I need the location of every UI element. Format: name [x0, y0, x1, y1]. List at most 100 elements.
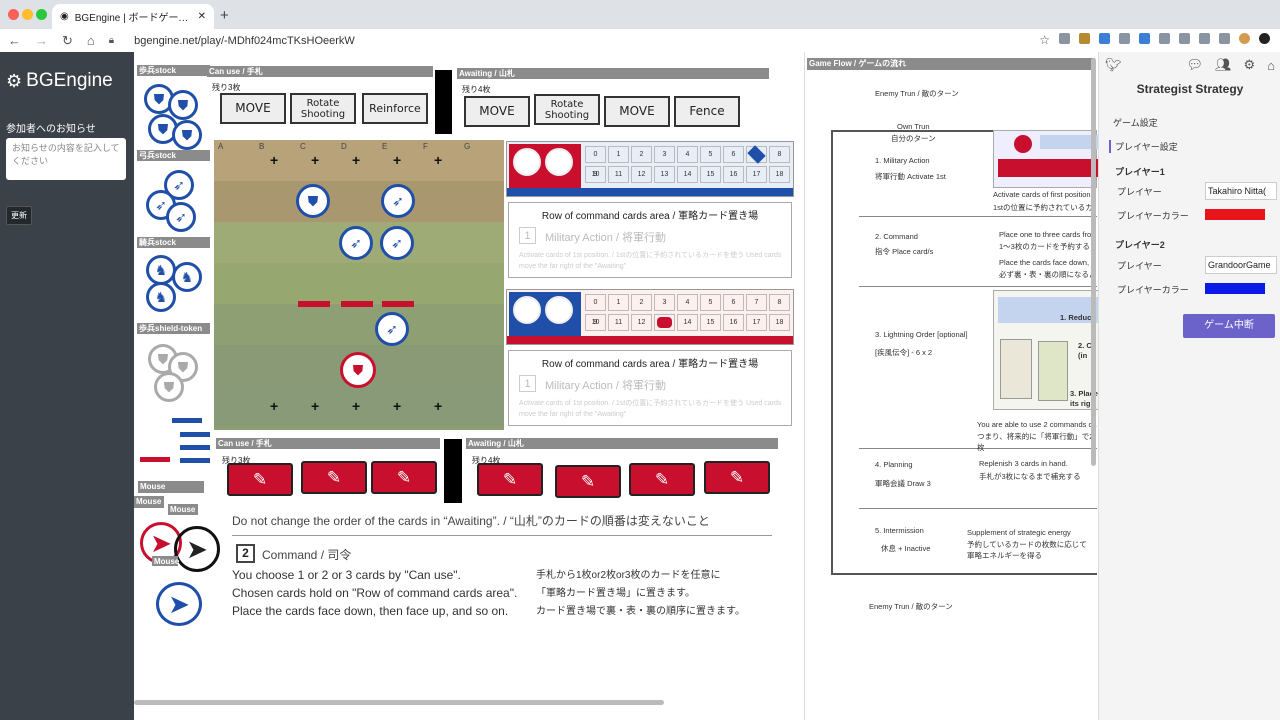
track-cell[interactable]: 3: [654, 294, 675, 311]
blue-archer-token[interactable]: ➶: [375, 312, 409, 346]
stop-game-button[interactable]: ゲーム中断: [1183, 314, 1275, 338]
track-cell[interactable]: 12: [631, 314, 652, 331]
red-marker[interactable]: [140, 457, 170, 462]
empty-slot-circle[interactable]: [545, 148, 573, 176]
menu-icon[interactable]: [1259, 33, 1270, 44]
fence-wall[interactable]: [298, 301, 330, 307]
bookmark-star-icon[interactable]: ☆: [1039, 33, 1050, 47]
window-minimize-button[interactable]: [22, 9, 33, 20]
command-cards-area-red[interactable]: Row of command cards area / 軍略カード置き場 1 M…: [508, 350, 792, 426]
player1-name-field[interactable]: Takahiro Nitta(: [1205, 182, 1277, 200]
player1-color-swatch[interactable]: [1205, 209, 1265, 220]
address-bar[interactable]: bgengine.net/play/-MDhf024mcTKsHOeerkW: [134, 35, 355, 47]
track-cell[interactable]: 5: [700, 146, 721, 163]
shield-token[interactable]: ⛊: [154, 372, 184, 402]
extension-icon[interactable]: [1159, 33, 1170, 44]
blue-archer-token[interactable]: ➶: [380, 226, 414, 260]
player-settings-tab[interactable]: プレイヤー設定: [1109, 140, 1178, 153]
blue-cursor-icon[interactable]: ➤: [156, 582, 202, 626]
track-cell[interactable]: 17: [746, 314, 767, 331]
avatar[interactable]: [1239, 33, 1250, 44]
vertical-scrollbar[interactable]: [1091, 58, 1096, 466]
track-cell[interactable]: 8: [769, 146, 790, 163]
move-card[interactable]: MOVE: [220, 93, 286, 124]
track-cell[interactable]: 4: [677, 146, 698, 163]
energy-marker[interactable]: [657, 317, 672, 328]
track-cell[interactable]: 5: [700, 294, 721, 311]
blue-archer-token[interactable]: ➶: [381, 184, 415, 218]
refresh-button[interactable]: 更新: [6, 206, 32, 225]
track-cell[interactable]: 2: [631, 294, 652, 311]
rotate-shooting-card[interactable]: Rotate Shooting: [290, 93, 356, 124]
gear-icon[interactable]: ⚙: [1243, 57, 1255, 73]
track-cell[interactable]: 13: [654, 314, 675, 331]
reload-icon[interactable]: ↻: [62, 33, 73, 49]
red-command-card[interactable]: ✎: [477, 463, 543, 496]
track-cell[interactable]: 10: [585, 314, 606, 331]
track-cell[interactable]: 17: [746, 166, 767, 183]
player2-name-field[interactable]: GrandoorGame: [1205, 256, 1277, 274]
track-cell[interactable]: 6: [723, 146, 744, 163]
track-cell[interactable]: 7: [746, 145, 767, 164]
track-cell[interactable]: 8: [769, 294, 790, 311]
track-cell[interactable]: 1: [608, 146, 629, 163]
empty-slot-circle[interactable]: [545, 296, 573, 324]
rotate-shooting-card[interactable]: Rotate Shooting: [534, 94, 600, 125]
track-cell[interactable]: 6: [723, 294, 744, 311]
track-cell[interactable]: 3: [654, 146, 675, 163]
chat-icon[interactable]: 💬︎: [1186, 57, 1203, 73]
track-cell[interactable]: 0: [585, 146, 606, 163]
blue-infantry-token[interactable]: ⛊: [296, 184, 330, 218]
track-cell[interactable]: 11: [608, 314, 629, 331]
energy-marker[interactable]: [747, 145, 766, 164]
cast-icon[interactable]: [1219, 33, 1230, 44]
twitter-icon[interactable]: 🐦︎: [1105, 57, 1122, 73]
empty-slot-circle[interactable]: [513, 296, 541, 324]
back-icon[interactable]: ←: [8, 33, 21, 48]
blue-marker[interactable]: [180, 432, 210, 437]
track-cell[interactable]: 16: [723, 166, 744, 183]
track-cell[interactable]: 14: [677, 166, 698, 183]
track-cell[interactable]: 15: [700, 166, 721, 183]
move-card[interactable]: MOVE: [464, 96, 530, 127]
red-command-card[interactable]: ✎: [629, 463, 695, 496]
forward-icon[interactable]: →: [35, 33, 48, 48]
red-command-card[interactable]: ✎: [555, 465, 621, 498]
horizontal-scrollbar[interactable]: [134, 700, 664, 705]
track-cell[interactable]: 13: [654, 166, 675, 183]
new-tab-button[interactable]: +: [220, 7, 229, 24]
track-cell[interactable]: 16: [723, 314, 744, 331]
blue-archer-token[interactable]: ➶: [339, 226, 373, 260]
red-command-card[interactable]: ✎: [371, 461, 437, 494]
cavalry-token[interactable]: ♞: [172, 262, 202, 292]
track-cell[interactable]: 18: [769, 166, 790, 183]
users-icon[interactable]: 👥︎: [1215, 57, 1232, 73]
track-cell[interactable]: 0: [585, 294, 606, 311]
track-cell[interactable]: 14: [677, 314, 698, 331]
cavalry-token[interactable]: ♞: [146, 282, 176, 312]
red-command-card[interactable]: ✎: [301, 461, 367, 494]
command-cards-area-blue[interactable]: Row of command cards area / 軍略カード置き場 1 M…: [508, 202, 792, 278]
fence-card[interactable]: Fence: [674, 96, 740, 127]
infantry-token[interactable]: ⛊: [168, 90, 198, 120]
red-infantry-token[interactable]: ⛊: [340, 352, 376, 388]
fence-wall[interactable]: [382, 301, 414, 307]
track-cell[interactable]: 12: [631, 166, 652, 183]
extension-icon[interactable]: [1099, 33, 1110, 44]
track-cell[interactable]: 15: [700, 314, 721, 331]
blue-marker[interactable]: [180, 445, 210, 450]
window-close-button[interactable]: [8, 9, 19, 20]
track-cell[interactable]: 10: [585, 166, 606, 183]
puzzle-icon[interactable]: [1199, 33, 1210, 44]
home-icon[interactable]: ⌂: [1267, 58, 1275, 73]
extension-icon[interactable]: [1079, 33, 1090, 44]
red-command-card[interactable]: ✎: [704, 461, 770, 494]
close-icon[interactable]: ✕: [198, 11, 206, 22]
extension-icon[interactable]: [1119, 33, 1130, 44]
game-settings-tab[interactable]: ゲーム設定: [1113, 116, 1158, 129]
infantry-token[interactable]: ⛊: [172, 120, 202, 150]
track-cell[interactable]: 7: [746, 294, 767, 311]
archer-token[interactable]: ➶: [166, 202, 196, 232]
track-cell[interactable]: 11: [608, 166, 629, 183]
player2-color-swatch[interactable]: [1205, 283, 1265, 294]
